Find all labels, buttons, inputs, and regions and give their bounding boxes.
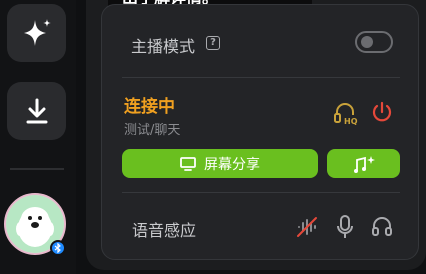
bluetooth-icon: [54, 243, 61, 253]
divider: [122, 77, 400, 78]
monitor-icon: [180, 156, 196, 171]
voice-sense-label: 语音感应: [132, 221, 197, 240]
power-icon[interactable]: [370, 100, 394, 124]
microphone-icon[interactable]: [334, 214, 356, 240]
sidebar-divider: [10, 168, 64, 170]
connection-status: 连接中: [124, 97, 175, 117]
headphones-icon[interactable]: [370, 214, 394, 238]
anchor-mode-toggle[interactable]: [355, 31, 393, 53]
download-icon: [26, 98, 47, 124]
anchor-mode-label: 主播模式: [131, 37, 196, 56]
svg-text:HQ: HQ: [344, 117, 358, 126]
sidebar: [0, 0, 76, 274]
bluetooth-badge: [50, 240, 66, 256]
download-button[interactable]: [7, 82, 66, 140]
sparkle-icon: [23, 19, 51, 46]
music-sparkle-icon: [353, 155, 375, 173]
hq-audio-icon[interactable]: HQ: [332, 100, 358, 126]
share-screen-button[interactable]: 屏幕分享: [122, 149, 318, 178]
divider: [122, 192, 400, 193]
voice-wave-off-icon[interactable]: [295, 215, 319, 239]
connection-mode: 测试/聊天: [124, 123, 181, 138]
share-screen-label: 屏幕分享: [204, 156, 260, 173]
help-icon[interactable]: ?: [206, 36, 220, 50]
toggle-knob: [361, 36, 373, 48]
sparkle-button[interactable]: [7, 4, 66, 62]
effects-button[interactable]: [327, 149, 400, 178]
